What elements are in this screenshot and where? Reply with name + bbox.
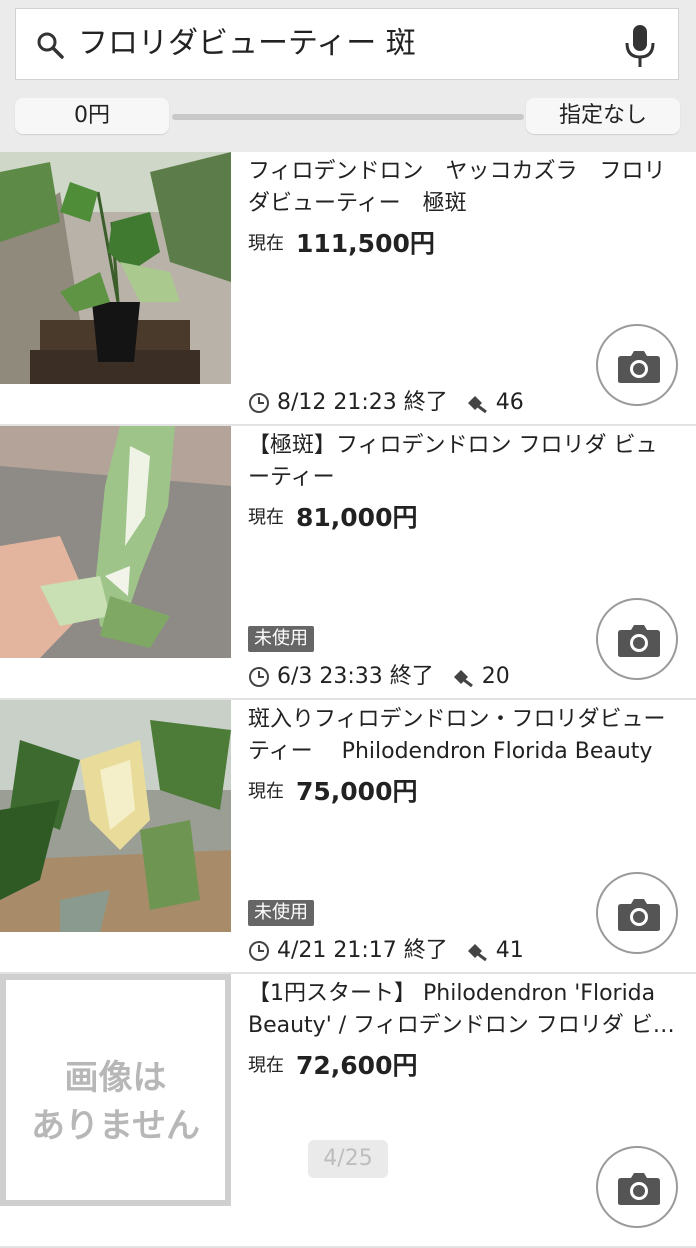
item-thumbnail[interactable] — [0, 152, 231, 384]
end-time: 4/21 21:17 終了 — [277, 938, 448, 963]
list-item[interactable]: フィロデンドロン ヤッコカズラ フロリダビューティー 極斑 現在 111,500円… — [0, 152, 696, 426]
clock-icon — [249, 941, 269, 961]
item-price: 現在 111,500円 — [248, 224, 435, 260]
clock-icon — [249, 667, 269, 687]
gavel-icon — [467, 396, 487, 414]
price-label: 現在 — [248, 781, 284, 802]
price-max-button[interactable]: 指定なし — [526, 98, 680, 134]
condition-badge: 未使用 — [248, 626, 314, 652]
price-label: 現在 — [248, 233, 284, 254]
price-value: 81,000円 — [296, 503, 418, 532]
search-input[interactable]: フロリダビューティー 斑 — [78, 22, 416, 66]
list-item[interactable]: 【極斑】フィロデンドロン フロリダ ビューティー 現在 81,000円 未使用 6… — [0, 426, 696, 700]
page-indicator: 4/25 — [308, 1140, 388, 1178]
bid-count: 41 — [495, 938, 524, 963]
item-price: 現在 81,000円 — [248, 498, 417, 534]
results-list: フィロデンドロン ヤッコカズラ フロリダビューティー 極斑 現在 111,500円… — [0, 152, 696, 1248]
microphone-icon[interactable] — [622, 23, 658, 69]
item-title[interactable]: フィロデンドロン ヤッコカズラ フロリダビューティー 極斑 — [248, 156, 678, 220]
camera-button[interactable] — [596, 324, 678, 406]
camera-button[interactable] — [596, 598, 678, 680]
price-range-filter: 0円 指定なし — [0, 96, 696, 140]
item-title[interactable]: 【極斑】フィロデンドロン フロリダ ビューティー — [248, 430, 678, 494]
price-label: 現在 — [248, 507, 284, 528]
camera-icon — [618, 899, 660, 931]
camera-button[interactable] — [596, 1146, 678, 1228]
search-icon — [37, 32, 64, 59]
price-min-button[interactable]: 0円 — [15, 98, 169, 134]
list-item[interactable]: 画像は ありません 【1円スタート】 Philodendron 'Florida… — [0, 974, 696, 1248]
price-range-slider[interactable] — [172, 114, 524, 120]
camera-button[interactable] — [596, 872, 678, 954]
item-meta: 6/3 23:33 終了 20 — [248, 662, 510, 692]
list-item[interactable]: 斑入りフィロデンドロン・フロリダビューティー Philodendron Flor… — [0, 700, 696, 974]
price-value: 111,500円 — [296, 229, 435, 258]
search-header: フロリダビューティー 斑 0円 指定なし — [0, 0, 696, 152]
end-time: 8/12 21:23 終了 — [277, 390, 448, 415]
item-price: 現在 75,000円 — [248, 772, 417, 808]
item-thumbnail[interactable] — [0, 426, 231, 658]
condition-badge: 未使用 — [248, 900, 314, 926]
item-price: 現在 72,600円 — [248, 1046, 417, 1082]
no-image-text-line1: 画像は — [64, 1058, 167, 1098]
price-label: 現在 — [248, 1055, 284, 1076]
bid-count: 20 — [481, 664, 510, 689]
item-thumbnail[interactable] — [0, 700, 231, 932]
price-value: 75,000円 — [296, 777, 418, 806]
item-title[interactable]: 斑入りフィロデンドロン・フロリダビューティー Philodendron Flor… — [248, 704, 678, 768]
item-meta: 4/21 21:17 終了 41 — [248, 936, 524, 966]
camera-icon — [618, 351, 660, 383]
no-image-placeholder[interactable]: 画像は ありません — [0, 974, 231, 1206]
clock-icon — [249, 393, 269, 413]
gavel-icon — [453, 670, 473, 688]
price-value: 72,600円 — [296, 1051, 418, 1080]
gavel-icon — [467, 944, 487, 962]
item-meta: 8/12 21:23 終了 46 — [248, 388, 524, 418]
search-bar[interactable]: フロリダビューティー 斑 — [15, 8, 679, 80]
item-title[interactable]: 【1円スタート】 Philodendron 'Florida Beauty' /… — [248, 978, 678, 1042]
camera-icon — [618, 625, 660, 657]
camera-icon — [618, 1173, 660, 1205]
end-time: 6/3 23:33 終了 — [277, 664, 434, 689]
no-image-text-line2: ありません — [31, 1106, 200, 1146]
bid-count: 46 — [495, 390, 524, 415]
